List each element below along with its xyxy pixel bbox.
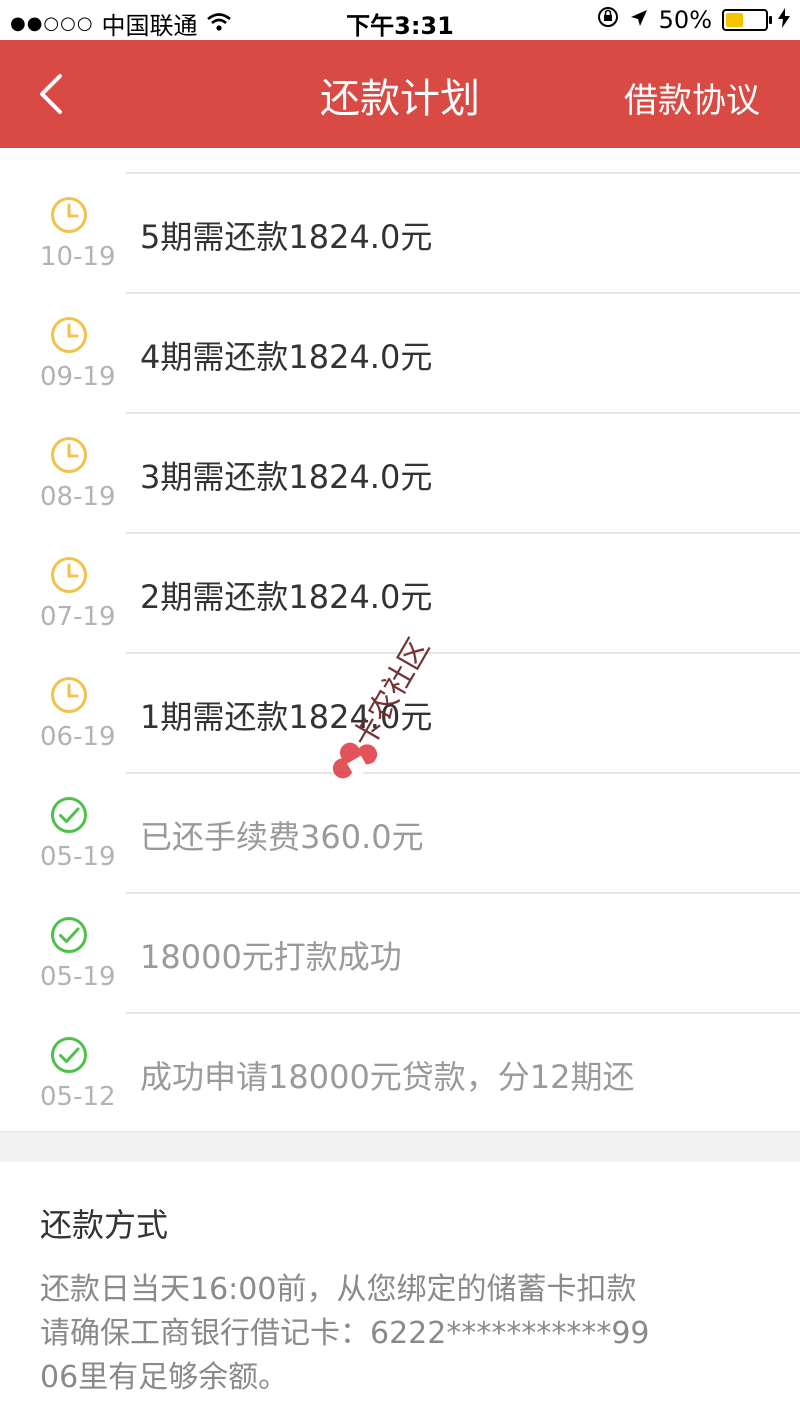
- clock-icon: [51, 677, 87, 713]
- section-divider: [0, 1131, 800, 1163]
- timeline-date: 09-19: [40, 362, 116, 392]
- check-circle-icon: [51, 1037, 87, 1073]
- check-circle-icon: [51, 797, 87, 833]
- battery-percent: 50%: [658, 6, 712, 34]
- check-circle-icon: [51, 917, 87, 953]
- timeline-item: 05-19 18000元打款成功: [0, 892, 800, 1012]
- repayment-method-title: 还款方式: [40, 1206, 169, 1244]
- timeline-text: 2期需还款1824.0元: [140, 578, 433, 616]
- row-divider: [126, 532, 800, 534]
- timeline-date: 06-19: [40, 722, 116, 752]
- timeline-item: 09-19 4期需还款1824.0元: [0, 292, 800, 412]
- row-divider: [126, 292, 800, 294]
- battery-icon: [722, 9, 772, 31]
- repayment-method-section: 还款方式 还款日当天16:00前，从您绑定的储蓄卡扣款 请确保工商银行借记卡：6…: [0, 1162, 800, 1423]
- timeline-text: 4期需还款1824.0元: [140, 338, 433, 376]
- timeline-date: 07-19: [40, 602, 116, 632]
- watermark-logo: 卡农社区: [332, 633, 437, 779]
- timeline-date: 05-12: [40, 1082, 116, 1112]
- repayment-method-description: 还款日当天16:00前，从您绑定的储蓄卡扣款 请确保工商银行借记卡：6222**…: [40, 1272, 650, 1395]
- clock-icon: [51, 317, 87, 353]
- timeline-item: 10-19 5期需还款1824.0元: [0, 172, 800, 292]
- timeline-item: 05-19 已还手续费360.0元: [0, 772, 800, 892]
- svg-text:卡农社区: 卡农社区: [347, 633, 437, 754]
- timeline-text: 18000元打款成功: [140, 938, 402, 976]
- loan-agreement-link[interactable]: 借款协议: [624, 73, 760, 122]
- rotation-lock-icon: [597, 6, 619, 34]
- status-bar: ●●○○○ 中国联通 下午3:31 50%: [0, 0, 800, 40]
- timeline-date: 10-19: [40, 242, 116, 272]
- status-right-group: 50%: [597, 6, 790, 34]
- timeline-item: 05-12 成功申请18000元贷款，分12期还: [0, 1012, 800, 1132]
- timeline-date: 05-19: [40, 962, 116, 992]
- clock-icon: [51, 557, 87, 593]
- location-arrow-icon: [629, 6, 649, 34]
- row-divider: [126, 1012, 800, 1014]
- timeline-text: 已还手续费360.0元: [140, 818, 424, 856]
- timeline-date: 08-19: [40, 482, 116, 512]
- timeline-date: 05-19: [40, 842, 116, 872]
- row-divider: [126, 892, 800, 894]
- timeline-item: 08-19 3期需还款1824.0元: [0, 412, 800, 532]
- timeline-text: 3期需还款1824.0元: [140, 458, 433, 496]
- timeline-text: 5期需还款1824.0元: [140, 218, 433, 256]
- charging-icon: [778, 6, 790, 34]
- row-divider: [126, 412, 800, 414]
- clock-icon: [51, 437, 87, 473]
- clock-icon: [51, 197, 87, 233]
- row-divider: [126, 172, 800, 174]
- timeline-text: 成功申请18000元贷款，分12期还: [140, 1058, 635, 1096]
- nav-bar: 还款计划 借款协议: [0, 40, 800, 148]
